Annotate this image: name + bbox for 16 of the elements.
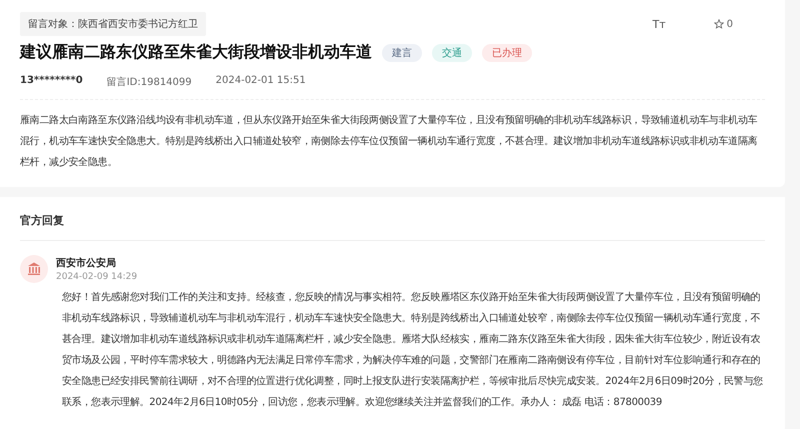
reply-time: 2024-02-09 14:29 [56, 272, 138, 282]
message-time: 2024-02-01 15:51 [216, 75, 306, 88]
section-heading: 官方回复 [20, 213, 765, 241]
author-id: 13********0 [20, 75, 83, 88]
government-building-icon [20, 255, 48, 283]
font-size-button[interactable]: Tт [652, 18, 666, 30]
reply-body: 您好！首先感谢您对我们工作的关注和支持。经核查，您反映的情况与事实相符。您反映雁塔区东仪路开始至朱雀大街段两侧设置了大量停车位，且没有预留明确的非机动车线路标识，导致辅道机动车与非机动车混行，机动车车速快安全隐患大。特别是跨线桥出入口辅道处较窄，南侧除去停车位仅预留一辆机动车通行宽度，不甚合理。建议增加非机动车道线路标识或非机动车道隔离栏杆，减少安全隐患。雁塔大队经核实，雁南二路东仪路至朱雀大街段，因朱雀大街车位较少，附近设有农贸市场及公园，平时停车需求较大，明德路内无法满足日常停车需求，为解决停车难的问题，交警部门在雁南二路南侧设有停车位，目前针对车位影响通行和存在的安全隐患已经安排民警前往调研，对不合理的位置进行优化调整，同时上报支队进行安装隔离护栏，等候审批后尽快完成安装。2024年2月6日09时20分，民警与您联系，您表示理解。2024年2月6日10时05分，回访您，您表示理解。欢迎您继续关注并监督我们的工作。承办人： 成磊 电话：87800039 [62, 290, 764, 410]
recipient-label: 留言对象：陕西省西安市委书记方红卫 [20, 12, 206, 36]
department-name: 西安市公安局 [56, 256, 117, 270]
tag: 交通 [432, 44, 472, 62]
tag: 建言 [382, 44, 422, 62]
star-button[interactable]: 0 [714, 18, 733, 30]
message-title: 建议雁南二路东仪路至朱雀大街段增设非机动车道 [20, 42, 372, 63]
message-id: 留言ID:19814099 [106, 76, 192, 89]
tag: 已办理 [482, 44, 532, 62]
message-body: 雁南二路太白南路至东仪路沿线均设有非机动车道，但从东仪路开始至朱雀大街段两侧设置了大量停车位，且没有预留明确的非机动车线路标识，导致辅道机动车与非机动车混行，机动车车速快安全隐患大。特别是跨线桥出入口辅道处较窄，南侧除去停车位仅预留一辆机动车通行宽度，不甚合理。建议增加非机动车道线路标识或非机动车道隔离栏杆，减少安全隐患。 [20, 114, 758, 170]
